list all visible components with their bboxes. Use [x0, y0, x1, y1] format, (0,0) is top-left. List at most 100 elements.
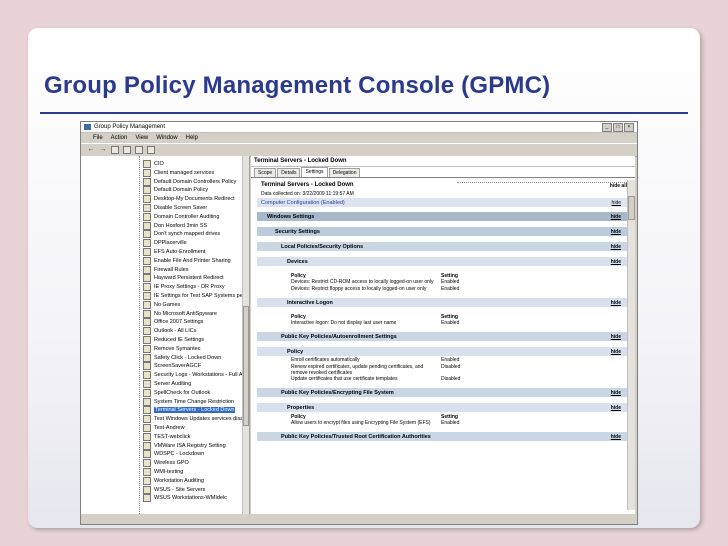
tab-details[interactable]: Details: [277, 168, 301, 177]
tree-item-label: Domain Controller Auditing: [154, 213, 220, 220]
computer-config-row: Computer Configuration (Enabled) hide: [257, 198, 627, 207]
hide-link[interactable]: hide: [611, 349, 621, 355]
tree-item[interactable]: Don Hosford 3min SS: [143, 221, 207, 230]
tree-item[interactable]: Remove Symantec: [143, 344, 201, 353]
refresh-icon[interactable]: [135, 146, 143, 154]
tree-item[interactable]: IE Proxy Settings - DR Proxy: [143, 283, 225, 292]
tree-scrollbar[interactable]: [242, 156, 249, 514]
tree-item[interactable]: ScreenSaverAGCF: [143, 362, 201, 371]
tree-item[interactable]: DPPlacerville: [143, 239, 187, 248]
tree-item[interactable]: Wireless GPO: [143, 459, 189, 468]
tree-item[interactable]: Firewall Rules: [143, 265, 189, 274]
tree-item-label: System Time Change Restriction: [154, 398, 235, 405]
setting-cell: Disabled: [441, 376, 461, 382]
tree-item[interactable]: WSUS - Site Servers: [143, 485, 205, 494]
tree-scroll-thumb[interactable]: [243, 306, 249, 426]
window-title: Group Policy Management: [94, 124, 166, 130]
hide-link[interactable]: hide: [611, 244, 621, 250]
gpo-link-icon: [143, 344, 151, 353]
setting-cell: Enabled: [441, 320, 460, 326]
pk-autoenroll-row: Public Key Policies/Autoenrollment Setti…: [257, 332, 627, 342]
tree-item[interactable]: Test Windows Updates services disa: [143, 415, 243, 424]
tree-item-label: IE Proxy Settings - DR Proxy: [154, 284, 225, 291]
gpo-link-icon: [143, 195, 151, 204]
maximize-button[interactable]: □: [613, 122, 623, 132]
tree-item[interactable]: Reduced IE Settings: [143, 336, 204, 344]
tree-item[interactable]: Domain Controller Auditing: [143, 212, 220, 221]
up-folder-icon[interactable]: [111, 146, 119, 154]
hide-link[interactable]: hide: [612, 200, 621, 206]
tree-item[interactable]: Outlook - All LICs: [143, 327, 197, 336]
tree-item[interactable]: Don't synch mapped drives: [143, 230, 220, 239]
close-button[interactable]: ×: [624, 122, 634, 132]
tree-item[interactable]: Disable Screen Saver: [143, 204, 207, 212]
title-rule: [40, 112, 688, 114]
tree-item-label: Reduced IE Settings: [154, 337, 205, 343]
menu-action[interactable]: Action: [111, 135, 128, 141]
menu-window[interactable]: Window: [156, 135, 177, 141]
tree-item[interactable]: Desktop-My Documents Redirect: [143, 195, 235, 204]
tree-item[interactable]: Test-Andrew: [143, 424, 185, 432]
tree-item[interactable]: Enable File And Printer Sharing: [143, 256, 231, 265]
tree-item[interactable]: IE Settings for Test SAP Systems per: [143, 292, 245, 300]
show-tree-icon[interactable]: [123, 146, 131, 154]
tree-item[interactable]: No Microsoft AntiSpyware: [143, 309, 217, 318]
menu-help[interactable]: Help: [186, 135, 198, 141]
tree-item[interactable]: SpellCheck for Outlook: [143, 388, 210, 397]
hide-all-link[interactable]: hide all: [457, 181, 627, 189]
tree-item[interactable]: WSUS Workstations-WMIdelc: [143, 494, 227, 503]
tree-item[interactable]: Workstation Auditing: [143, 476, 204, 485]
back-arrow-icon[interactable]: ←: [87, 146, 95, 154]
menu-file[interactable]: File: [93, 135, 103, 141]
report-scroll-thumb[interactable]: [628, 196, 635, 220]
data-collected: Data collected on: 3/22/2009 11:19:57 AM: [261, 191, 354, 197]
tree-item-label: Remove Symantec: [154, 345, 201, 352]
hide-link[interactable]: hide: [611, 229, 621, 235]
hide-link[interactable]: hide: [611, 334, 621, 340]
tree-item-label: Outlook - All LICs: [154, 328, 197, 335]
tree-item[interactable]: Default Domain Policy: [143, 186, 208, 195]
gpo-link-icon: [143, 212, 151, 221]
devices-row: Devices hide: [257, 257, 627, 267]
menu-view[interactable]: View: [135, 135, 148, 141]
tree-item-label: Hayward Persistent Redirect: [154, 275, 224, 282]
tree-item[interactable]: WMI-testing: [143, 468, 183, 476]
tree-item[interactable]: VMWare ISA Registry Setting: [143, 441, 226, 450]
gpo-link-icon: [143, 388, 151, 397]
gpo-title: Terminal Servers - Locked Down: [251, 156, 635, 167]
gpo-link-icon: [143, 309, 151, 318]
tree-item[interactable]: Security Logs - Workstations - Full Ac: [143, 371, 245, 380]
tab-scope[interactable]: Scope: [254, 168, 277, 177]
logon-table: Policy Setting Interactive logon: Do not …: [291, 313, 547, 327]
forward-arrow-icon[interactable]: →: [99, 146, 107, 154]
tree-item[interactable]: Hayward Persistent Redirect: [143, 274, 224, 283]
tree-item[interactable]: CIO: [143, 160, 164, 168]
tree-item[interactable]: TEST-webclick: [143, 432, 190, 441]
table-row: Interactive logon: Do not display last u…: [291, 320, 547, 327]
tree-item[interactable]: Safety Click - Locked Down: [143, 353, 221, 362]
properties-row: Properties hide: [257, 403, 627, 413]
tree-item[interactable]: No Games: [143, 300, 180, 309]
report-scrollbar[interactable]: [627, 180, 635, 510]
tree-item[interactable]: Server Auditing: [143, 380, 191, 388]
tree-item-label: Enable File And Printer Sharing: [154, 257, 231, 264]
tree-item-label: DPPlacerville: [154, 240, 187, 247]
hide-link[interactable]: hide: [611, 214, 621, 220]
tree-item[interactable]: System Time Change Restriction: [143, 397, 235, 406]
hide-link[interactable]: hide: [611, 300, 621, 306]
minimize-button[interactable]: _: [602, 122, 612, 132]
tree-item[interactable]: WDSPC - Lockdown: [143, 450, 204, 459]
tab-delegation[interactable]: Delegation: [328, 168, 361, 177]
tree-item[interactable]: Client managed services: [143, 168, 214, 177]
hide-link[interactable]: hide: [611, 259, 621, 265]
help-icon[interactable]: [147, 146, 155, 154]
tree-item[interactable]: EFS Auto-Enrollment: [143, 248, 205, 256]
hide-link[interactable]: hide: [611, 390, 621, 396]
tree-item[interactable]: Office 2007 Settings: [143, 318, 203, 327]
tab-settings[interactable]: Settings: [301, 167, 328, 177]
tree-item[interactable]: Default Domain Controllers Policy: [143, 177, 236, 186]
hide-link[interactable]: hide: [611, 405, 621, 411]
tree-item[interactable]: Terminal Servers - Locked Down: [143, 406, 236, 415]
hide-link[interactable]: hide: [611, 434, 621, 440]
policy-cell: Allow users to encrypt files using Encry…: [291, 420, 431, 426]
